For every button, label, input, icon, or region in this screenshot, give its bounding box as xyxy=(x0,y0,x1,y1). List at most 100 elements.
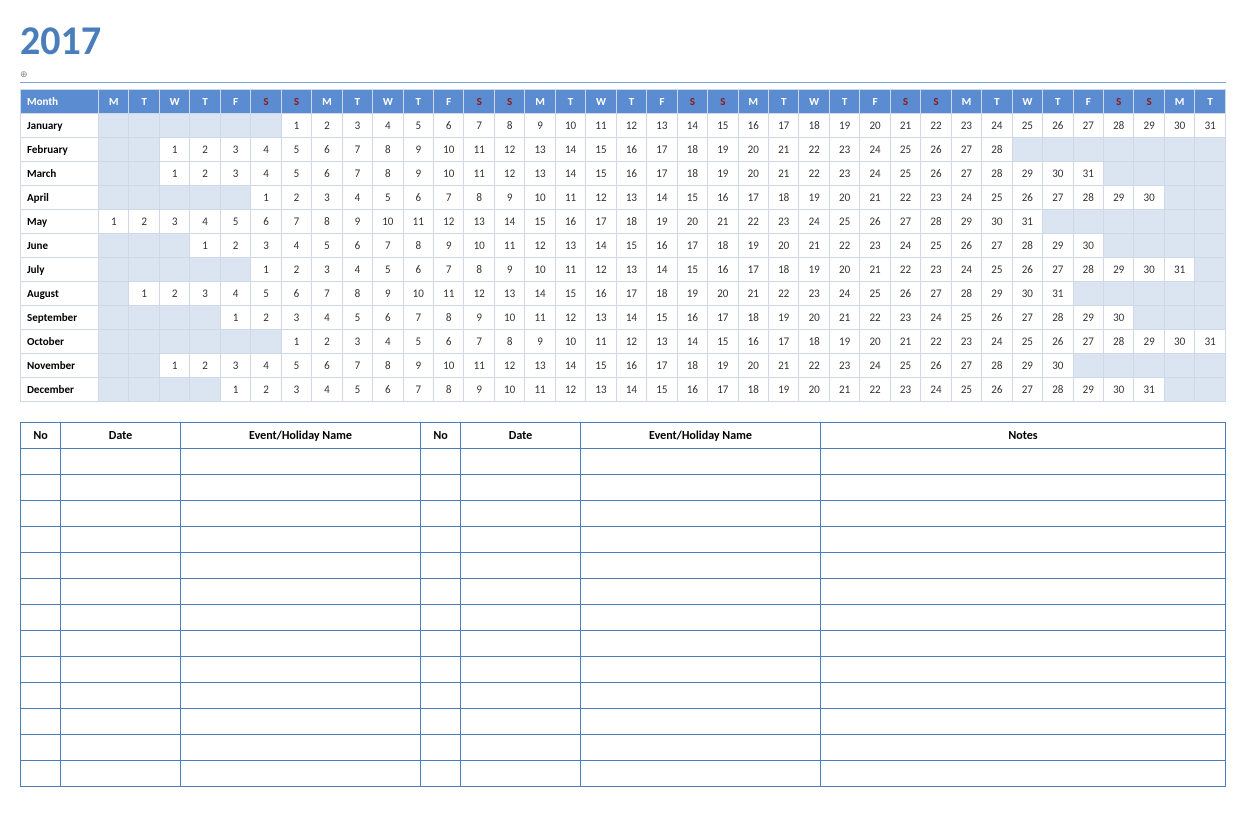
empty-cell xyxy=(1164,354,1194,378)
events-cell[interactable] xyxy=(821,657,1226,683)
events-cell[interactable] xyxy=(421,449,461,475)
events-cell[interactable] xyxy=(61,735,181,761)
events-cell[interactable] xyxy=(61,527,181,553)
events-cell[interactable] xyxy=(581,553,821,579)
events-cell[interactable] xyxy=(21,761,61,787)
events-cell[interactable] xyxy=(421,501,461,527)
day-cell: 19 xyxy=(768,306,798,330)
day-cell: 20 xyxy=(799,378,829,402)
events-cell[interactable] xyxy=(461,501,581,527)
events-cell[interactable] xyxy=(181,579,421,605)
events-cell[interactable] xyxy=(421,735,461,761)
events-cell[interactable] xyxy=(61,683,181,709)
events-cell[interactable] xyxy=(581,605,821,631)
events-cell[interactable] xyxy=(181,501,421,527)
events-cell[interactable] xyxy=(181,709,421,735)
events-cell[interactable] xyxy=(821,761,1226,787)
events-cell[interactable] xyxy=(461,683,581,709)
events-cell[interactable] xyxy=(61,761,181,787)
events-cell[interactable] xyxy=(581,501,821,527)
empty-cell xyxy=(1134,210,1164,234)
events-cell[interactable] xyxy=(821,631,1226,657)
events-cell[interactable] xyxy=(21,475,61,501)
events-cell[interactable] xyxy=(61,553,181,579)
events-cell[interactable] xyxy=(181,631,421,657)
events-cell[interactable] xyxy=(581,761,821,787)
events-cell[interactable] xyxy=(821,527,1226,553)
events-cell[interactable] xyxy=(461,475,581,501)
events-cell[interactable] xyxy=(461,605,581,631)
events-cell[interactable] xyxy=(21,579,61,605)
events-row xyxy=(21,605,1226,631)
events-cell[interactable] xyxy=(421,527,461,553)
day-cell: 9 xyxy=(403,354,433,378)
events-cell[interactable] xyxy=(821,735,1226,761)
events-cell[interactable] xyxy=(581,657,821,683)
events-cell[interactable] xyxy=(821,683,1226,709)
events-cell[interactable] xyxy=(21,501,61,527)
events-cell[interactable] xyxy=(21,605,61,631)
events-cell[interactable] xyxy=(581,683,821,709)
events-cell[interactable] xyxy=(821,605,1226,631)
events-cell[interactable] xyxy=(581,579,821,605)
events-cell[interactable] xyxy=(181,761,421,787)
events-cell[interactable] xyxy=(461,449,581,475)
events-cell[interactable] xyxy=(61,709,181,735)
empty-cell xyxy=(129,186,159,210)
day-cell: 11 xyxy=(464,354,494,378)
day-cell: 30 xyxy=(1134,258,1164,282)
events-cell[interactable] xyxy=(21,735,61,761)
events-cell[interactable] xyxy=(421,475,461,501)
events-cell[interactable] xyxy=(421,631,461,657)
events-cell[interactable] xyxy=(821,501,1226,527)
events-cell[interactable] xyxy=(21,527,61,553)
events-cell[interactable] xyxy=(421,553,461,579)
events-cell[interactable] xyxy=(181,449,421,475)
events-cell[interactable] xyxy=(181,657,421,683)
events-cell[interactable] xyxy=(21,449,61,475)
events-cell[interactable] xyxy=(61,657,181,683)
events-cell[interactable] xyxy=(421,605,461,631)
events-cell[interactable] xyxy=(181,475,421,501)
events-cell[interactable] xyxy=(821,579,1226,605)
events-cell[interactable] xyxy=(461,579,581,605)
events-cell[interactable] xyxy=(61,631,181,657)
events-cell[interactable] xyxy=(421,683,461,709)
events-cell[interactable] xyxy=(461,735,581,761)
events-cell[interactable] xyxy=(461,761,581,787)
events-cell[interactable] xyxy=(821,449,1226,475)
events-cell[interactable] xyxy=(181,553,421,579)
events-cell[interactable] xyxy=(581,631,821,657)
events-cell[interactable] xyxy=(61,449,181,475)
events-cell[interactable] xyxy=(21,657,61,683)
events-cell[interactable] xyxy=(61,475,181,501)
events-cell[interactable] xyxy=(581,475,821,501)
events-cell[interactable] xyxy=(421,657,461,683)
events-cell[interactable] xyxy=(461,657,581,683)
events-cell[interactable] xyxy=(181,527,421,553)
events-cell[interactable] xyxy=(581,449,821,475)
events-cell[interactable] xyxy=(461,527,581,553)
events-cell[interactable] xyxy=(61,579,181,605)
events-cell[interactable] xyxy=(181,683,421,709)
events-cell[interactable] xyxy=(21,709,61,735)
events-cell[interactable] xyxy=(461,631,581,657)
events-cell[interactable] xyxy=(421,761,461,787)
events-cell[interactable] xyxy=(821,709,1226,735)
events-cell[interactable] xyxy=(21,553,61,579)
events-cell[interactable] xyxy=(61,501,181,527)
events-cell[interactable] xyxy=(821,475,1226,501)
events-cell[interactable] xyxy=(581,709,821,735)
events-cell[interactable] xyxy=(21,683,61,709)
events-cell[interactable] xyxy=(61,605,181,631)
events-cell[interactable] xyxy=(21,631,61,657)
events-cell[interactable] xyxy=(181,735,421,761)
events-cell[interactable] xyxy=(181,605,421,631)
events-cell[interactable] xyxy=(581,735,821,761)
events-cell[interactable] xyxy=(821,553,1226,579)
events-cell[interactable] xyxy=(421,579,461,605)
events-cell[interactable] xyxy=(461,553,581,579)
events-cell[interactable] xyxy=(581,527,821,553)
events-cell[interactable] xyxy=(421,709,461,735)
events-cell[interactable] xyxy=(461,709,581,735)
